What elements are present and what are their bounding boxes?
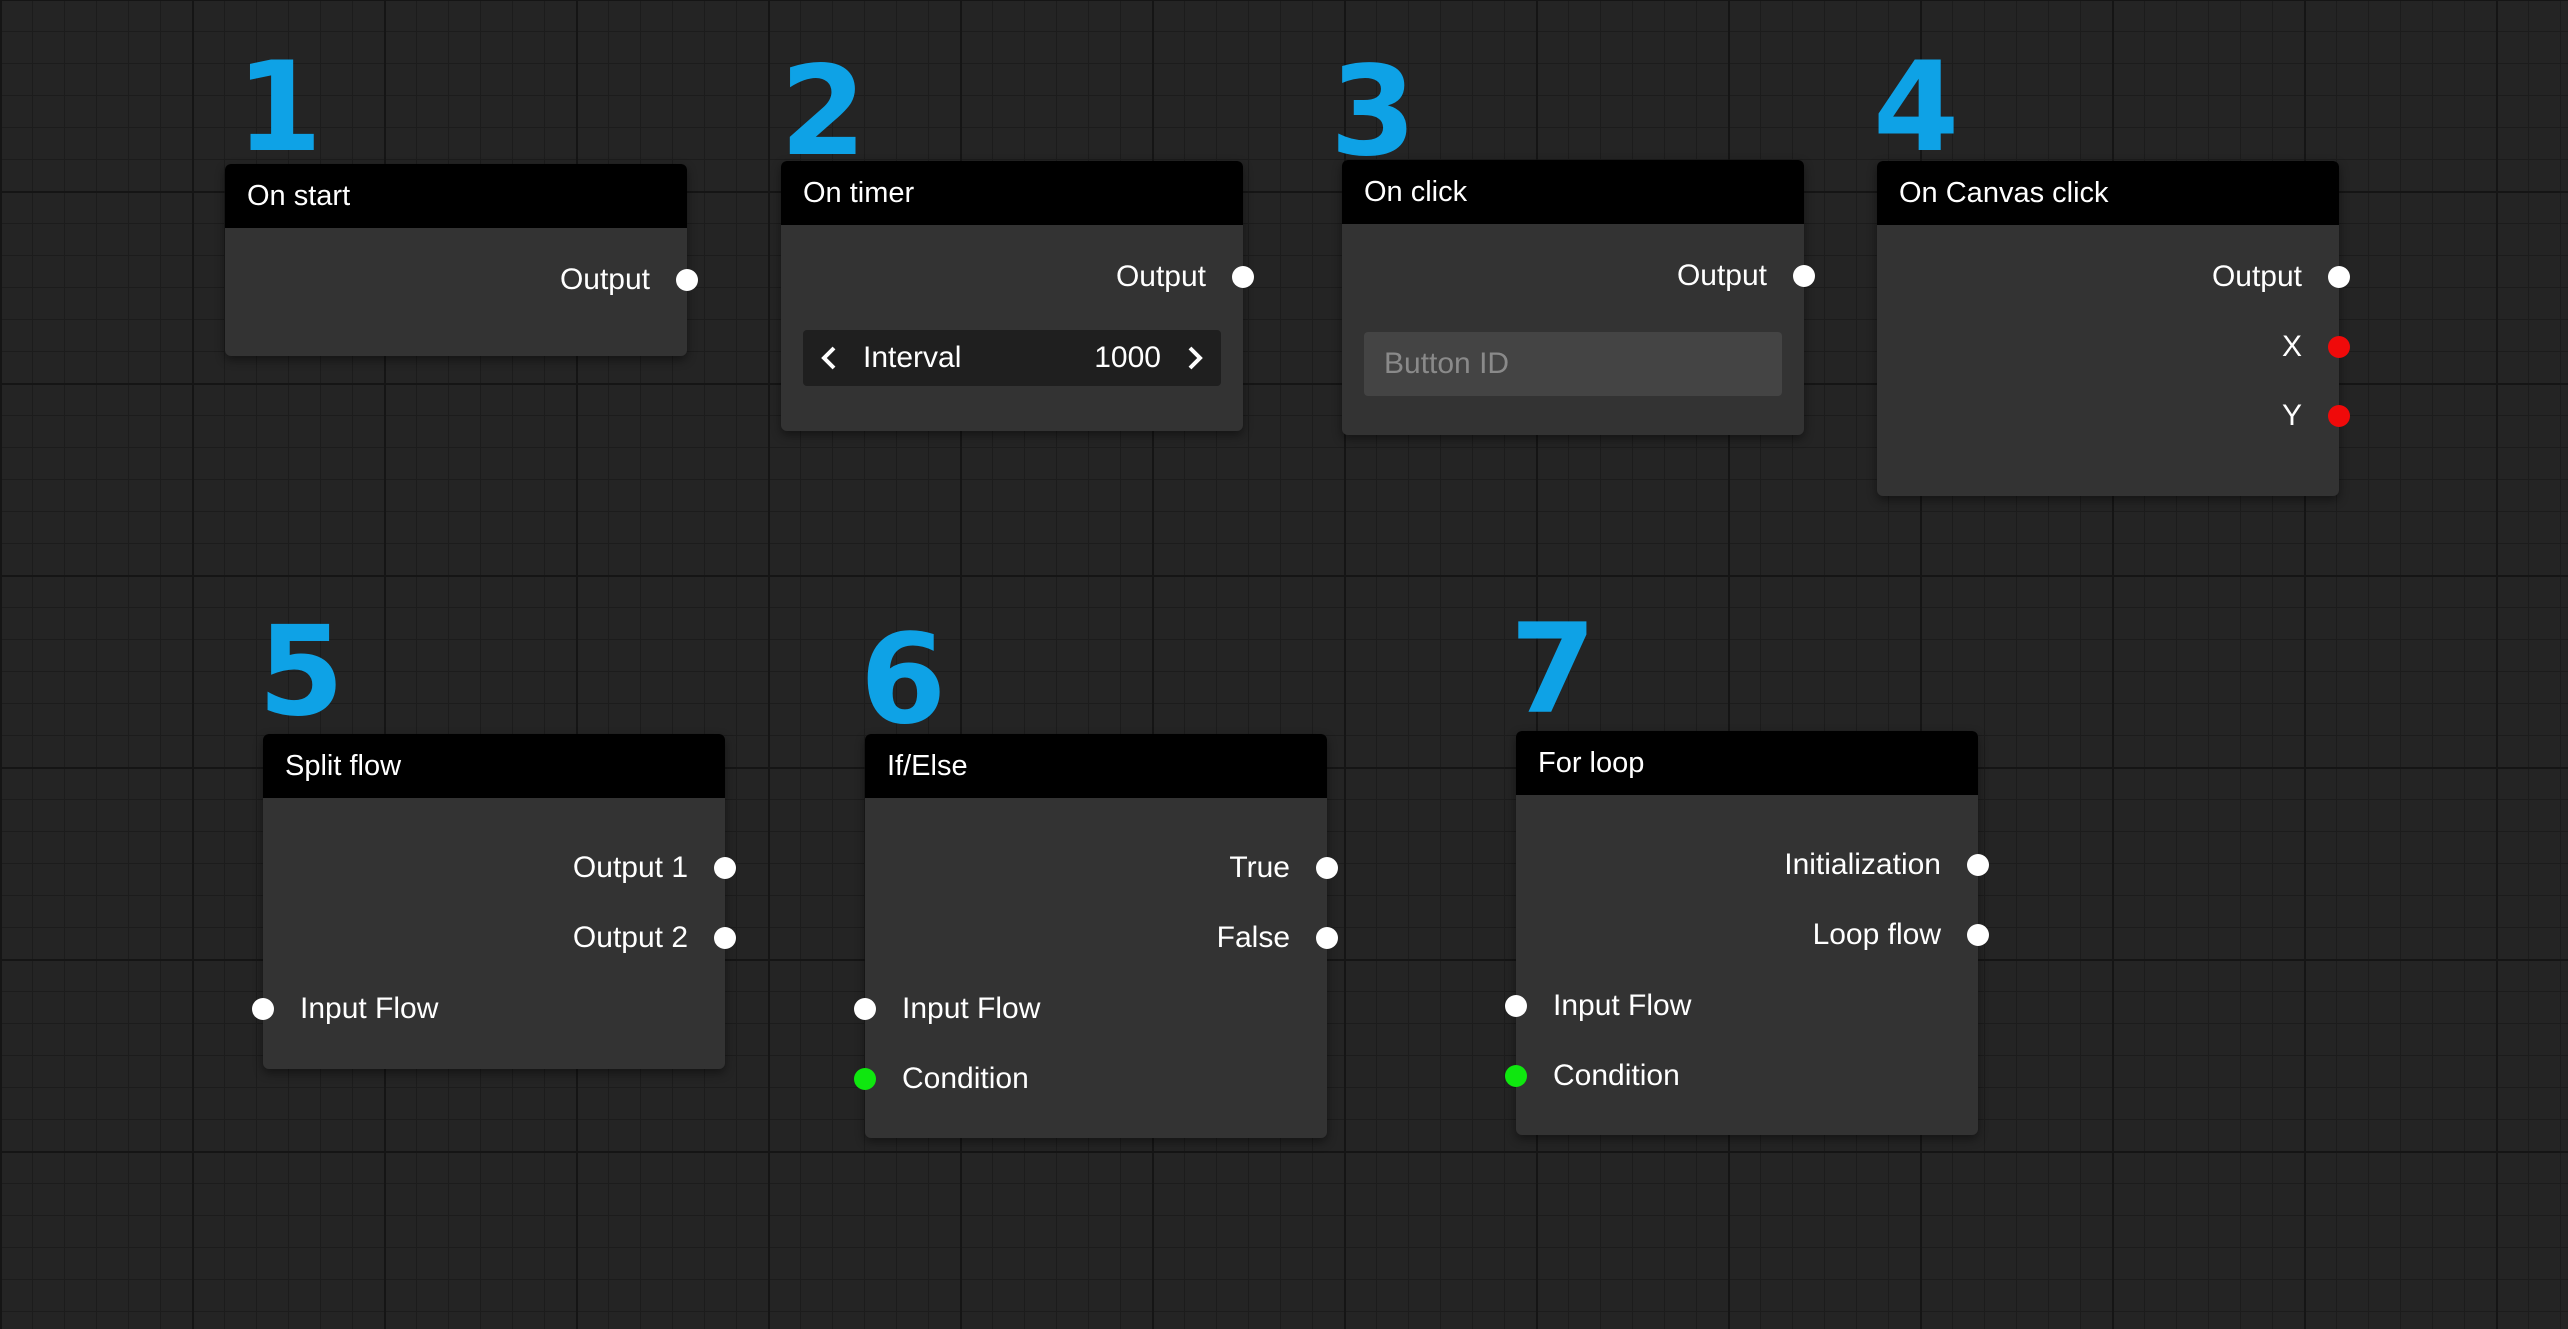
node-for-loop[interactable]: For loop Initialization Loop flow Input … [1505,731,1989,1135]
node-title[interactable]: On click [1342,160,1804,224]
input-row: Condition [854,1059,1327,1099]
node-number-label: 6 [860,608,946,752]
stepper-value[interactable]: 1000 [1094,330,1161,386]
output-row: Output 2 [263,918,736,958]
node-number-label: 4 [1873,36,1959,180]
output-port[interactable] [714,857,736,879]
input-label: Condition [902,1062,1029,1095]
output-port[interactable] [1793,265,1815,287]
output-row: Output [225,260,698,300]
node-number-label: 1 [236,36,322,180]
chevron-left-icon[interactable] [809,330,849,386]
node-title[interactable]: Split flow [263,734,725,798]
node-title[interactable]: On start [225,164,687,228]
output-port[interactable] [1232,266,1254,288]
output-row: Initialization [1516,845,1989,885]
input-port[interactable] [1505,995,1527,1017]
output-row: Loop flow [1516,915,1989,955]
output-port[interactable] [1967,854,1989,876]
output-port[interactable] [2328,266,2350,288]
output-label: True [1229,851,1290,884]
node-title[interactable]: On Canvas click [1877,161,2339,225]
output-label: Output 2 [572,921,688,954]
node-number-label: 7 [1510,598,1596,742]
output-label: Output [1676,259,1767,292]
input-label: Input Flow [1553,989,1692,1022]
output-port[interactable] [2328,336,2350,358]
node-canvas[interactable]: 1 On start Output 2 On timer Output Inte… [0,0,2568,1329]
output-port[interactable] [1316,927,1338,949]
node-if-else[interactable]: If/Else True False Input Flow Condition [854,734,1338,1138]
node-on-canvas-click[interactable]: On Canvas click Output X Y [1877,161,2350,496]
input-row: Input Flow [854,989,1327,1029]
node-number-label: 5 [258,600,344,744]
node-split-flow[interactable]: Split flow Output 1 Output 2 Input Flow [252,734,736,1069]
output-label: Y [2281,399,2302,432]
output-label: Loop flow [1812,918,1941,951]
node-title[interactable]: For loop [1516,731,1978,795]
output-label: Output 1 [572,851,688,884]
node-title[interactable]: On timer [781,161,1243,225]
output-row: Output [1342,256,1815,296]
interval-stepper[interactable]: Interval 1000 [803,330,1221,386]
output-port[interactable] [2328,405,2350,427]
input-row: Input Flow [1505,986,1978,1026]
input-port[interactable] [1505,1065,1527,1087]
input-port[interactable] [252,998,274,1020]
stepper-label: Interval [863,341,962,374]
output-row: True [865,848,1338,888]
output-label: Output [1115,260,1206,293]
input-label: Input Flow [902,992,1041,1025]
node-on-timer[interactable]: On timer Output Interval 1000 [781,161,1254,431]
input-row: Input Flow [252,989,725,1029]
input-port[interactable] [854,998,876,1020]
node-number-label: 3 [1330,40,1416,184]
output-label: Output [2211,260,2302,293]
button-id-input[interactable] [1364,332,1782,396]
output-label: X [2281,330,2302,363]
input-label: Condition [1553,1059,1680,1092]
input-label: Input Flow [300,992,439,1025]
input-row: Condition [1505,1056,1978,1096]
output-label: Initialization [1784,848,1941,881]
output-port[interactable] [1967,924,1989,946]
input-port[interactable] [854,1068,876,1090]
output-row: Output [781,257,1254,297]
output-row: X [1877,327,2350,367]
node-number-label: 2 [780,40,866,184]
output-row: Output [1877,257,2350,297]
output-label: False [1216,921,1290,954]
output-label: Output [559,263,650,296]
output-row: Output 1 [263,848,736,888]
output-port[interactable] [714,927,736,949]
node-on-start[interactable]: On start Output [225,164,698,356]
node-on-click[interactable]: On click Output [1342,160,1815,435]
output-port[interactable] [1316,857,1338,879]
output-row: False [865,918,1338,958]
node-title[interactable]: If/Else [865,734,1327,798]
output-port[interactable] [676,269,698,291]
output-row: Y [1877,396,2350,436]
chevron-right-icon[interactable] [1175,330,1215,386]
